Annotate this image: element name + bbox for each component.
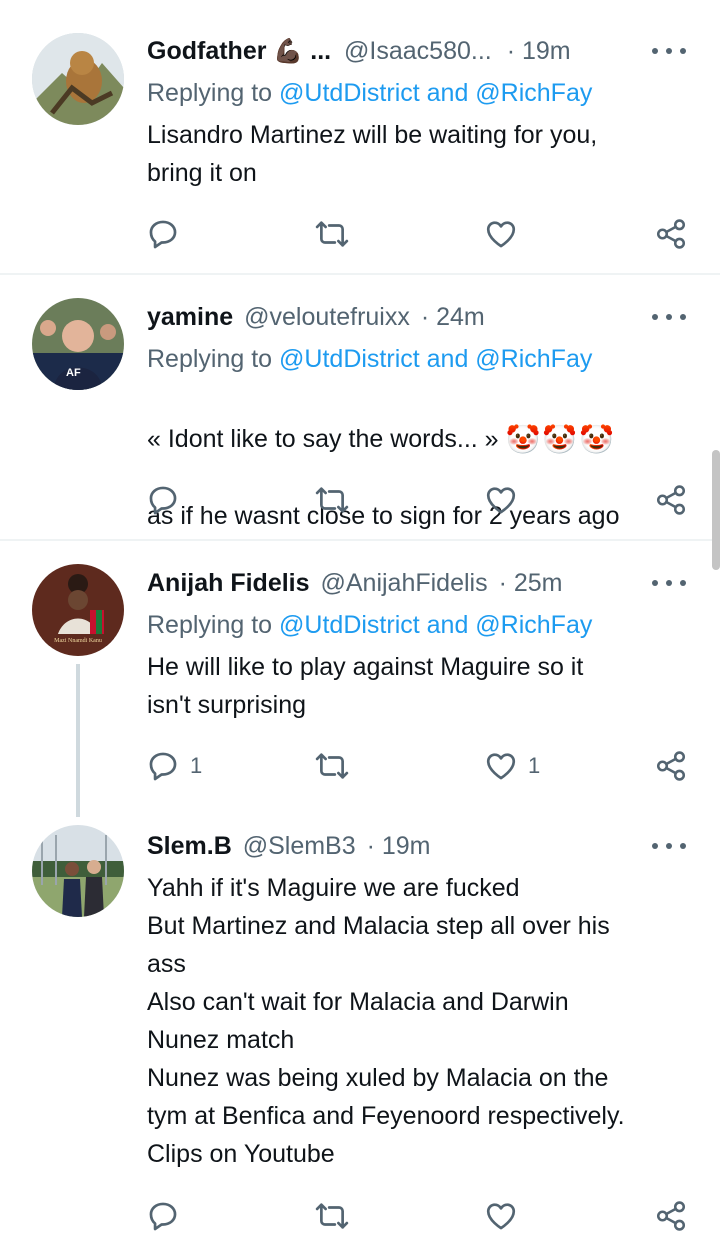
more-icon[interactable] [652,573,686,593]
display-name[interactable]: Godfather [147,37,266,65]
retweet-icon [315,1203,349,1229]
flexed-biceps-emoji: 💪🏿 [273,38,304,66]
tweet-header: yamine @veloutefruixx · 24m [147,298,680,338]
retweet-button[interactable] [315,744,359,788]
heart-icon [486,753,516,780]
reply-mentions-link[interactable]: @UtdDistrict and @RichFay [279,79,592,107]
retweet-button[interactable] [315,1194,359,1238]
tweet-1[interactable]: Godfather 💪🏿 ... @Isaac580... · 19m Repl… [0,0,720,275]
like-count: 1 [528,753,541,778]
display-name[interactable]: yamine [147,303,233,331]
reply-button[interactable] [146,212,190,256]
timestamp[interactable]: · 19m [367,832,431,860]
reply-count: 1 [190,753,203,778]
avatar-caption: Mazi Nnamdi Kanu [54,638,102,644]
display-name-ellipsis: ... [310,37,332,65]
tweet-4[interactable]: Slem.B @SlemB3 · 19m Yahh if it's Maguir… [0,805,720,1246]
tweet-actions [0,212,720,256]
svg-text:AF: AF [66,367,81,379]
heart-icon [486,221,516,248]
share-icon [656,1201,686,1231]
reply-mentions-link[interactable]: @UtdDistrict and @RichFay [279,611,592,639]
reply-icon [149,486,177,515]
more-icon[interactable] [652,307,686,327]
reply-button[interactable] [146,478,190,522]
replying-to-label: Replying to [147,345,280,373]
share-button[interactable] [654,1194,688,1238]
tweet-header: Anijah Fidelis @AnijahFidelis · 25m [147,564,680,604]
user-handle[interactable]: @AnijahFidelis [320,569,487,597]
share-icon [656,485,686,515]
tweet-text: Lisandro Martinez will be waiting for yo… [147,121,598,187]
display-name[interactable]: Slem.B [147,832,232,860]
retweet-icon [315,487,349,513]
reply-icon [149,220,177,249]
share-button[interactable] [654,744,688,788]
share-icon [656,219,686,249]
retweet-button[interactable] [315,478,359,522]
reply-icon [149,1202,177,1231]
share-button[interactable] [654,212,688,256]
user-handle[interactable]: @veloutefruixx [244,303,410,331]
avatar[interactable]: Mazi Nnamdi Kanu [32,564,124,656]
share-icon [656,751,686,781]
more-icon[interactable] [652,836,686,856]
tweet-text-line-1: « Idont like to say the words... » [147,425,499,453]
replying-to: Replying to @UtdDistrict and @RichFay [147,74,680,114]
thread-connector [76,664,80,817]
heart-icon [486,487,516,514]
tweet-3[interactable]: Mazi Nnamdi Kanu Anijah Fidelis @AnijahF… [0,542,720,827]
tweet-divider [0,539,720,541]
replying-to: Replying to @UtdDistrict and @RichFay [147,340,680,380]
reply-icon [149,752,177,781]
tweet-text: He will like to play against Maguire so … [147,653,584,719]
avatar[interactable] [32,825,124,917]
like-button[interactable]: 1 [484,744,540,788]
tweet-2[interactable]: AF yamine @veloutefruixx · 24m Replying … [0,276,720,541]
tweet-actions: 1 1 [0,744,720,788]
retweet-icon [315,221,349,247]
scrollbar[interactable] [712,450,720,570]
avatar[interactable] [32,33,124,125]
like-button[interactable] [484,212,528,256]
tweet-divider [0,273,720,275]
display-name[interactable]: Anijah Fidelis [147,569,310,597]
user-handle[interactable]: @Isaac580... [344,37,492,65]
user-handle[interactable]: @SlemB3 [243,832,356,860]
reply-button[interactable]: 1 [146,744,202,788]
clown-face-emoji: 🤡🤡🤡 [505,424,617,456]
tweet-text: Yahh if it's Maguire we are fucked But M… [147,874,625,1168]
heart-icon [486,1203,516,1230]
avatar[interactable]: AF [32,298,124,390]
like-button[interactable] [484,478,528,522]
timestamp[interactable]: · 25m [499,569,563,597]
replying-to-label: Replying to [147,79,280,107]
reply-button[interactable] [146,1194,190,1238]
tweet-actions [0,478,720,522]
retweet-button[interactable] [315,212,359,256]
timestamp[interactable]: · 24m [421,303,485,331]
like-button[interactable] [484,1194,528,1238]
replying-to: Replying to @UtdDistrict and @RichFay [147,606,680,646]
reply-mentions-link[interactable]: @UtdDistrict and @RichFay [279,345,592,373]
more-icon[interactable] [652,41,686,61]
timestamp[interactable]: · 19m [507,37,571,65]
replying-to-label: Replying to [147,611,280,639]
tweet-header: Slem.B @SlemB3 · 19m [147,827,680,867]
share-button[interactable] [654,478,688,522]
tweet-actions [0,1194,720,1238]
tweet-header: Godfather 💪🏿 ... @Isaac580... · 19m [147,32,680,72]
retweet-icon [315,753,349,779]
